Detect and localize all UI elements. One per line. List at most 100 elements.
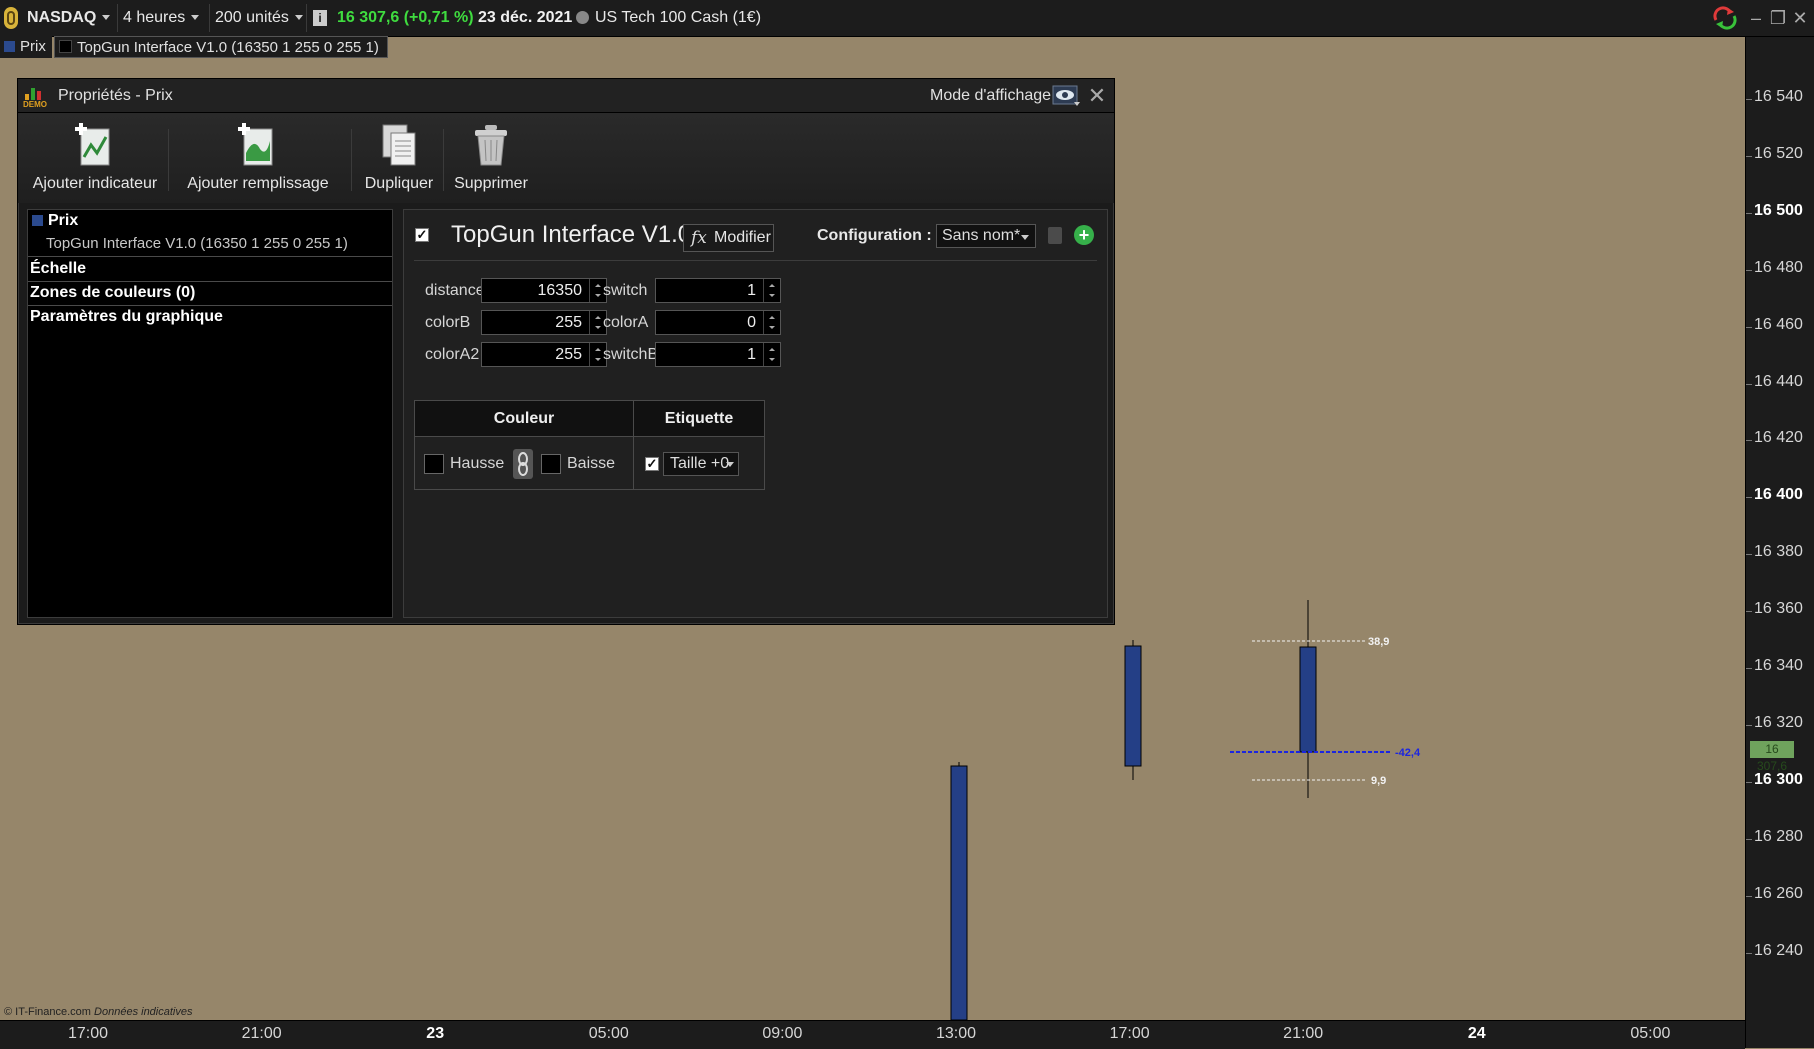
chevron-down-icon [726,462,734,467]
copyright-disclaimer: Données indicatives [94,1006,193,1018]
eye-icon[interactable] [1052,84,1082,108]
tree-item-scale[interactable]: Échelle [30,260,390,278]
price-color-swatch [4,41,15,52]
param-label-colorB: colorB [425,314,471,331]
dialog-toolbar: Ajouter indicateur Ajouter remplissage D [18,113,1114,203]
chevron-down-icon [191,15,200,21]
param-input-colorA2[interactable]: 255 [481,342,607,367]
param-value-colorA: 0 [747,314,756,331]
spinner-arrows-icon[interactable] [763,311,780,334]
time-tick-label: 05:00 [1630,1025,1671,1042]
time-tick-label: 17:00 [1109,1025,1150,1042]
display-mode-label[interactable]: Mode d'affichage [930,79,1051,112]
high-distance-label: 38,9 [1368,636,1389,648]
legend-indicator[interactable]: TopGun Interface V1.0 (16350 1 255 0 255… [54,36,388,58]
tree-item-chart-params[interactable]: Paramètres du graphique [30,308,390,326]
instrument-name: US Tech 100 Cash (1€) [595,9,762,26]
param-input-distance[interactable]: 16350 [481,278,607,303]
close-icon[interactable]: ✕ [1086,83,1108,109]
copyright-note: © IT-Finance.com Données indicatives [4,1006,192,1018]
info-icon[interactable]: i [313,10,327,26]
indicator-enabled-checkbox[interactable]: ✓ [415,228,429,242]
configuration-select[interactable]: Sans nom* [936,224,1036,248]
add-fill-button[interactable]: Ajouter remplissage [178,113,338,203]
tree-item-price[interactable]: Prix [30,212,390,230]
time-axis[interactable]: 17:00 21:00 23 05:00 09:00 13:00 17:00 21:00 24 0… [0,1020,1745,1049]
units-selector[interactable]: 200 unités [215,0,303,36]
tree-item-price-label: Prix [48,212,79,229]
param-input-colorA[interactable]: 0 [655,310,781,335]
param-label-switch: switch [603,282,648,299]
add-config-icon[interactable]: + [1074,225,1094,245]
label-enabled-checkbox[interactable]: ✓ [645,457,659,471]
label-size-value: Taille +0 [670,455,730,472]
param-value-switchB: 1 [747,346,756,363]
close-window-icon[interactable]: ✕ [1790,6,1810,30]
price-tick-mark [1746,326,1752,328]
price-tick-label: 16 440 [1754,372,1803,390]
param-input-colorB[interactable]: 255 [481,310,607,335]
tree-item-color-zones[interactable]: Zones de couleurs (0) [30,284,390,302]
time-tick-label: 17:00 [67,1025,109,1042]
down-color-swatch[interactable] [541,454,561,474]
dialog-titlebar[interactable]: DEMO Propriétés - Prix Mode d'affichage … [18,79,1114,113]
price-tick-mark [1746,497,1752,499]
price-tick-mark [1746,895,1752,897]
delete-label: Supprimer [454,175,528,192]
price-tick-label: 16 400 [1754,486,1803,504]
price-tick-mark [1746,554,1752,556]
param-label-switchB: switchB [603,346,659,363]
down-label: Baisse [567,455,616,472]
price-tick-mark [1746,611,1752,613]
delete-button[interactable]: Supprimer [446,113,536,203]
instrument-selector[interactable]: NASDAQ [27,0,111,36]
price-tick-mark [1746,155,1752,157]
duplicate-label: Dupliquer [364,175,434,192]
candle-body [950,765,968,1021]
restore-icon[interactable]: ❐ [1768,6,1788,30]
timeframe-selector[interactable]: 4 heures [123,0,200,36]
price-tick-mark [1746,99,1752,100]
price-color-swatch [32,215,43,226]
price-axis[interactable]: 16 540 16 520 16 500 16 480 16 460 16 440 16 4… [1745,36,1814,1048]
spinner-arrows-icon[interactable] [763,279,780,302]
spinner-arrows-icon[interactable] [763,343,780,366]
up-color-swatch[interactable] [424,454,444,474]
link-icon[interactable] [513,449,533,479]
modify-button[interactable]: fx Modifier [683,224,774,252]
param-value-colorB: 255 [555,314,582,331]
timeframe-label: 4 heures [123,9,186,26]
indicator-settings-panel: ✓ TopGun Interface V1.0 fx Modifier Confi… [403,209,1108,618]
properties-dialog: DEMO Propriétés - Prix Mode d'affichage … [17,78,1115,625]
param-label-colorA2: colorA2 [425,346,480,363]
price-tick-label: 16 500 [1754,201,1803,219]
time-tick-label: 13:00 [935,1025,977,1042]
properties-tree: Prix TopGun Interface V1.0 (16350 1 255 … [27,209,393,618]
param-value-switch: 1 [747,282,756,299]
demo-account-icon: DEMO [23,88,47,108]
modify-label: Modifier [714,229,771,246]
color-header: Couleur [415,401,633,437]
platform-logo-icon[interactable] [4,7,18,29]
svg-text:DEMO: DEMO [23,100,47,108]
add-indicator-button[interactable]: Ajouter indicateur [30,113,160,203]
price-tick-mark [1746,781,1752,783]
time-tick-label: 21:00 [241,1025,282,1042]
param-input-switch[interactable]: 1 [655,278,781,303]
tree-item-indicator[interactable]: TopGun Interface V1.0 (16350 1 255 0 255… [46,235,348,252]
save-config-icon[interactable] [1048,227,1062,244]
price-tick-label: 16 280 [1754,827,1803,845]
duplicate-button[interactable]: Dupliquer [359,113,439,203]
indicator-color-swatch [59,40,72,53]
refresh-icon[interactable] [1712,6,1738,30]
label-size-select[interactable]: Taille +0 [663,452,739,476]
minimize-icon[interactable]: – [1746,6,1766,30]
label-header: Etiquette [634,401,764,437]
time-tick-label: 05:00 [588,1025,629,1042]
time-tick-label: 21:00 [1283,1025,1324,1042]
param-input-switchB[interactable]: 1 [655,342,781,367]
legend-price[interactable]: Prix [0,36,52,58]
current-price-marker: 16 307,6 [1750,741,1794,773]
market-status-icon [576,11,589,24]
price-tick-label: 16 260 [1754,884,1803,902]
